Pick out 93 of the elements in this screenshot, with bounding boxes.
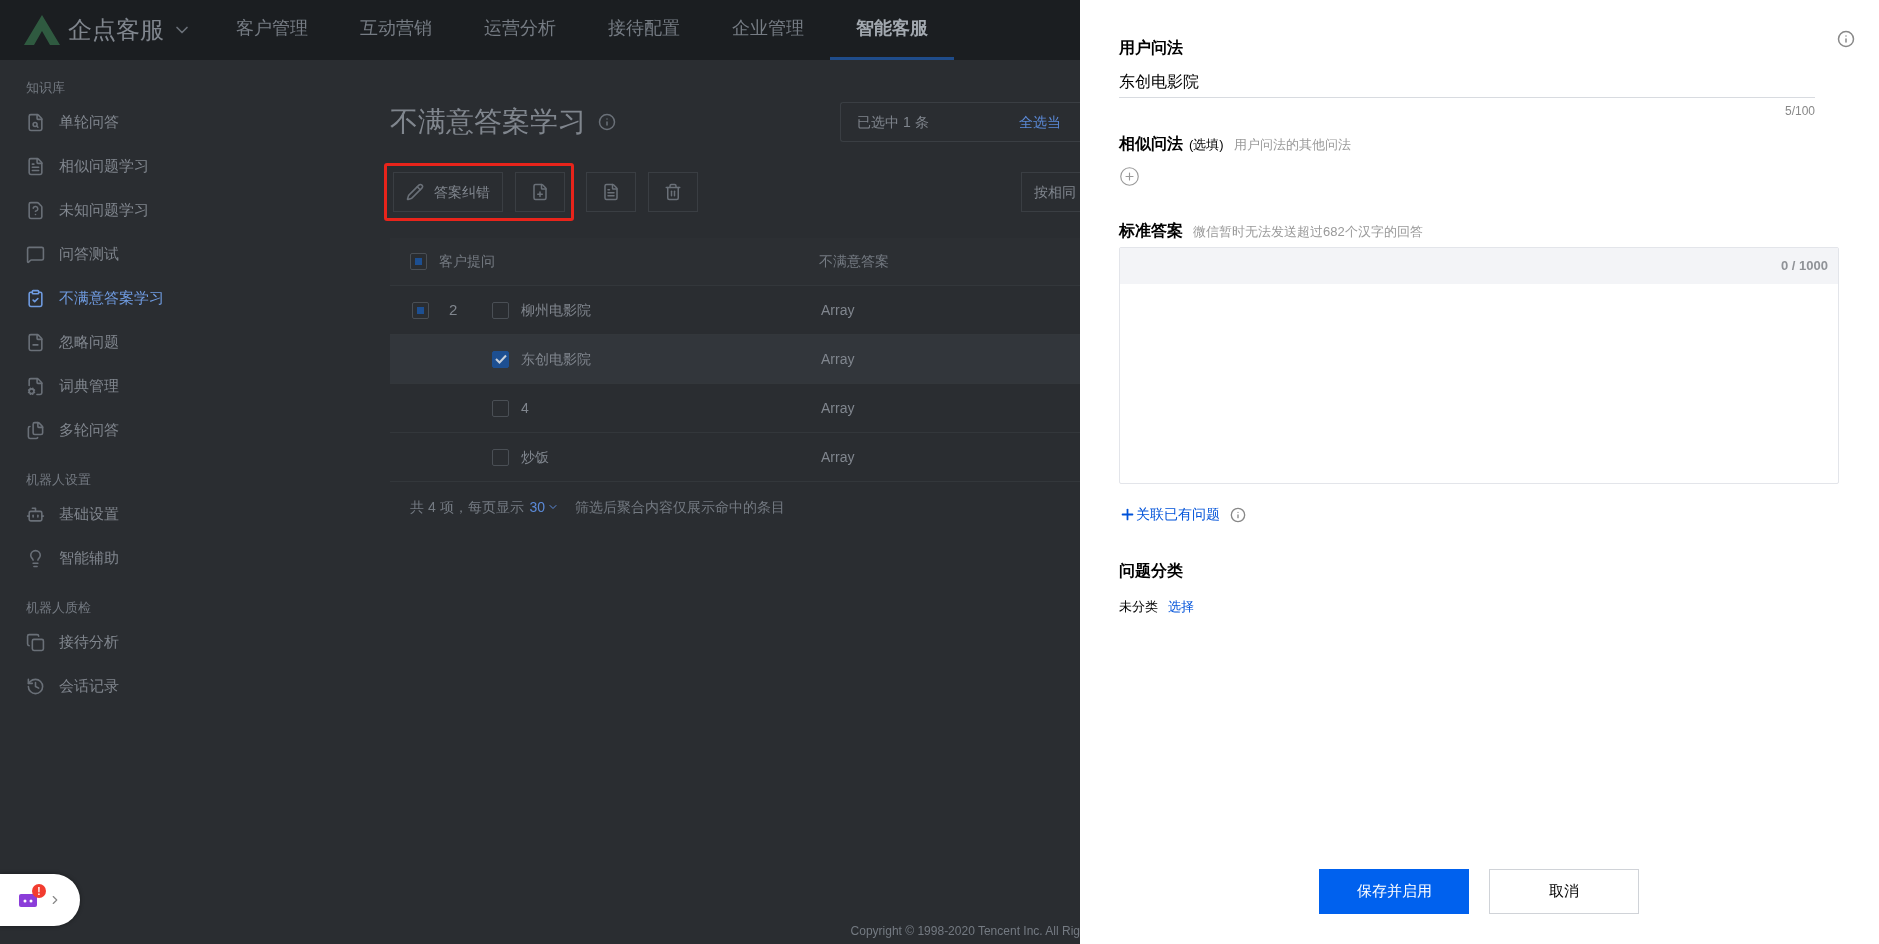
checkbox[interactable] [492,399,509,417]
sidebar-section-title: 知识库 [26,79,66,98]
document-icon [602,183,620,201]
document-minus-icon [26,332,45,352]
checkbox[interactable] [412,301,429,319]
answer-textarea[interactable]: 0 / 1000 [1119,247,1839,484]
info-icon[interactable] [1230,506,1246,523]
chat-icon [26,244,45,264]
column-header: 客户提问 [439,252,496,271]
table-cell-text: 4 [521,398,530,418]
sidebar-item[interactable]: 单轮问答 [26,100,390,144]
document-gear-icon [26,376,45,396]
table-cell-text: Array [821,398,855,418]
sidebar-item[interactable]: 问答测试 [26,232,390,276]
info-icon[interactable] [1837,30,1855,48]
trash-icon [664,183,682,201]
file-plus-icon [531,183,549,201]
nav-tab[interactable]: 客户管理 [210,0,334,60]
nav-tab[interactable]: 企业管理 [706,0,830,60]
pagination-total: 共 4 项，每页显示 [410,497,524,517]
sidebar-item[interactable]: 相似问题学习 [26,144,390,188]
question-document-icon [26,200,45,220]
sidebar-item[interactable]: 会话记录 [26,664,390,708]
documents-icon [26,420,45,440]
checkbox[interactable] [492,350,509,368]
logo-icon [22,14,62,46]
checkbox[interactable] [492,301,509,319]
user-question-input[interactable]: 东创电影院 [1119,66,1815,98]
nav-tab[interactable]: 智能客服 [830,0,954,60]
delete-button[interactable] [648,172,698,212]
sidebar-item[interactable]: 多轮问答 [26,408,390,452]
table-cell-text: 炒饭 [521,447,550,467]
sidebar-item[interactable]: 忽略问题 [26,320,390,364]
robot-icon [26,504,45,524]
add-circle-icon[interactable] [1119,166,1140,187]
checkbox[interactable] [410,253,427,270]
notification-badge: ! [32,884,46,898]
select-link[interactable]: 选择 [1168,597,1194,617]
floating-widget[interactable]: ! [0,874,80,926]
field-label: 相似问法 [1119,134,1183,154]
character-counter: 5/100 [1783,103,1815,120]
character-counter: 0 / 1000 [1781,257,1828,276]
nav-tab[interactable]: 运营分析 [458,0,582,60]
nav-tab[interactable]: 互动营销 [334,0,458,60]
link-related-question[interactable]: 关联已有问题 [1119,504,1220,525]
checkbox[interactable] [492,448,509,466]
table-cell-text: Array [821,300,855,320]
table-cell-text: Array [821,349,855,369]
plus-icon [1119,506,1136,523]
robot-icon [18,892,38,908]
sidebar-item[interactable]: 词典管理 [26,364,390,408]
copyright-text: Copyright © 1998-2020 Tencent Inc. All Rig [850,923,1080,940]
field-label: 问题分类 [1119,561,1184,581]
logo-text: 企点客服 [68,15,164,45]
page-title: 不满意答案学习 [390,105,586,139]
table-cell-text: 东创电影院 [521,349,592,369]
table-row[interactable]: 炒饭 Array [390,433,1080,482]
nav-tab[interactable]: 接待配置 [582,0,706,60]
field-hint: 微信暂时无法发送超过682个汉字的回答 [1193,223,1423,241]
table-row[interactable]: 东创电影院 Array [390,335,1080,384]
similar-document-button[interactable] [586,172,636,212]
table-cell-text: 柳州电影院 [521,300,592,320]
filter-note: 筛选后聚合内容仅展示命中的条目 [575,497,786,517]
field-label: 标准答案 [1119,221,1183,241]
category-value: 未分类 [1119,598,1158,616]
cancel-button[interactable]: 取消 [1489,869,1639,914]
table-row[interactable]: 4 Array [390,384,1080,433]
group-count: 2 [449,299,458,320]
column-header: 不满意答案 [819,252,889,271]
info-icon[interactable] [598,113,616,131]
sidebar-item[interactable]: 接待分析 [26,620,390,664]
clock-icon [26,676,45,696]
sidebar-section-title: 机器人质检 [26,599,92,618]
save-enable-button[interactable]: 保存并启用 [1319,869,1469,914]
clipboard-check-icon [26,288,45,308]
field-label: 用户问法 [1119,38,1184,58]
sidebar-item[interactable]: 未知问题学习 [26,188,390,232]
sidebar-section-title: 机器人设置 [26,471,92,490]
pencil-icon [406,183,424,201]
copy-icon [26,632,45,652]
sidebar-item[interactable]: 不满意答案学习 [26,276,390,320]
table-cell-text: Array [821,447,855,467]
page-size-select[interactable]: 30 [529,496,560,518]
field-hint: 用户问法的其他问法 [1233,136,1351,154]
sidebar-item[interactable]: 智能辅助 [26,536,390,580]
selection-count: 已选中 1 条 [857,112,929,132]
select-all-link[interactable]: 全选当 [1018,111,1061,133]
document-icon [26,156,45,176]
optional-tag: (选填) [1189,135,1224,155]
document-search-icon [26,112,45,132]
answer-correction-button[interactable]: 答案纠错 [393,172,503,212]
add-document-button[interactable] [515,172,565,212]
sidebar-item[interactable]: 基础设置 [26,492,390,536]
